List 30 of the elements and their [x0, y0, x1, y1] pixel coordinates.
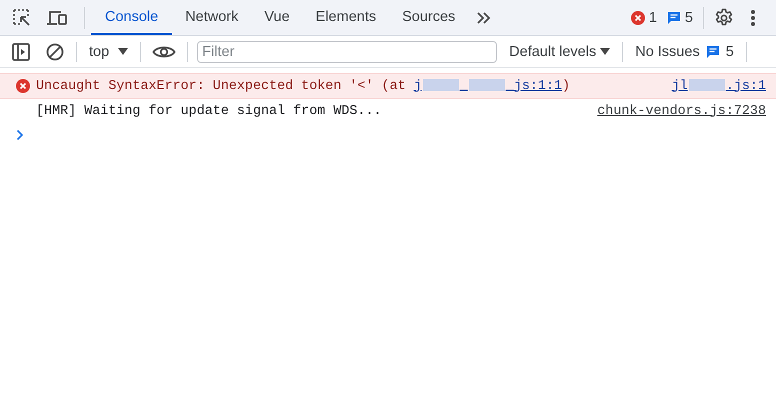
source-link[interactable]: jl .js:1 [672, 78, 766, 94]
caret-icon [118, 48, 128, 56]
more-tabs-icon[interactable] [476, 10, 492, 24]
levels-dropdown[interactable]: Default levels [501, 40, 622, 64]
message-icon [706, 45, 720, 58]
sidebar-icon[interactable] [12, 42, 30, 60]
log-message: [HMR] Waiting for update signal from WDS... [36, 104, 383, 118]
menu-icon[interactable] [750, 8, 756, 26]
panel-tab[interactable]: Sources [389, 0, 468, 35]
error-count: 1 [648, 10, 657, 26]
clear-icon[interactable] [46, 42, 64, 60]
eye-icon[interactable] [152, 44, 176, 60]
panel-tab[interactable]: Elements [302, 0, 390, 35]
file-link[interactable]: j _ _js:1:1 [414, 78, 562, 94]
issues-button[interactable]: No Issues 5 [623, 40, 746, 64]
caret-icon [600, 48, 610, 56]
prompt-icon [16, 129, 24, 141]
message-icon [666, 11, 681, 24]
panel-tab[interactable]: Network [172, 0, 252, 35]
panel-tab[interactable]: Vue [251, 0, 303, 35]
inspect-icon[interactable] [12, 8, 32, 28]
error-icon [16, 79, 30, 93]
context-dropdown[interactable]: top [77, 40, 140, 64]
filter-field[interactable]: Filter [197, 40, 498, 62]
error-message: Uncaught SyntaxError: Unexpected token '<' (at j _ _js:1:1) [36, 78, 572, 94]
settings-icon[interactable] [714, 8, 734, 28]
source-link[interactable]: chunk-vendors.js:7238 [597, 104, 766, 118]
error-icon [630, 10, 645, 24]
message-count: 5 [684, 10, 693, 26]
panel-tab[interactable]: Console [91, 0, 172, 35]
